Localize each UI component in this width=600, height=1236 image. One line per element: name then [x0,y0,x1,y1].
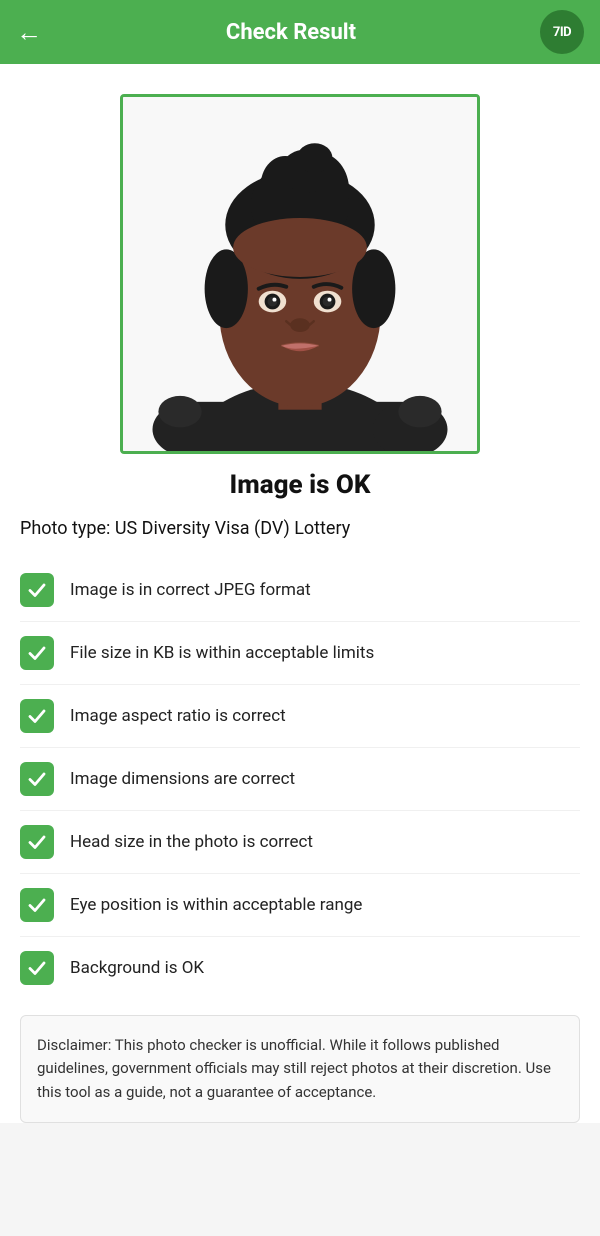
check-text-background: Background is OK [70,957,204,979]
photo-wrapper [20,84,580,470]
check-text-eyepos: Eye position is within acceptable range [70,894,362,916]
main-content: Image is OK Photo type: US Diversity Vis… [0,64,600,1123]
photo-type-label: Photo type: US Diversity Visa (DV) Lotte… [20,518,580,539]
check-item-background: Background is OK [20,937,580,999]
app-logo: 7ID [540,10,584,54]
check-item-aspect: Image aspect ratio is correct [20,685,580,748]
check-text-filesize: File size in KB is within acceptable lim… [70,642,374,664]
check-list: Image is in correct JPEG format File siz… [20,559,580,999]
check-item-headsize: Head size in the photo is correct [20,811,580,874]
check-item-eyepos: Eye position is within acceptable range [20,874,580,937]
check-icon-aspect [20,699,54,733]
check-text-dimensions: Image dimensions are correct [70,768,295,790]
check-text-headsize: Head size in the photo is correct [70,831,313,853]
check-item-dimensions: Image dimensions are correct [20,748,580,811]
page-title: Check Result [226,20,356,45]
check-icon-background [20,951,54,985]
check-text-jpeg: Image is in correct JPEG format [70,579,311,601]
check-icon-headsize [20,825,54,859]
photo-frame [120,94,480,454]
app-header: ← Check Result 7ID [0,0,600,64]
check-text-aspect: Image aspect ratio is correct [70,705,286,727]
back-button[interactable]: ← [16,17,42,48]
check-icon-dimensions [20,762,54,796]
disclaimer-text: Disclaimer: This photo checker is unoffi… [37,1034,563,1104]
check-icon-eyepos [20,888,54,922]
check-icon-jpeg [20,573,54,607]
check-icon-filesize [20,636,54,670]
disclaimer-box: Disclaimer: This photo checker is unoffi… [20,1015,580,1123]
check-item-jpeg: Image is in correct JPEG format [20,559,580,622]
result-title: Image is OK [20,470,580,500]
passport-photo [123,97,477,451]
check-item-filesize: File size in KB is within acceptable lim… [20,622,580,685]
